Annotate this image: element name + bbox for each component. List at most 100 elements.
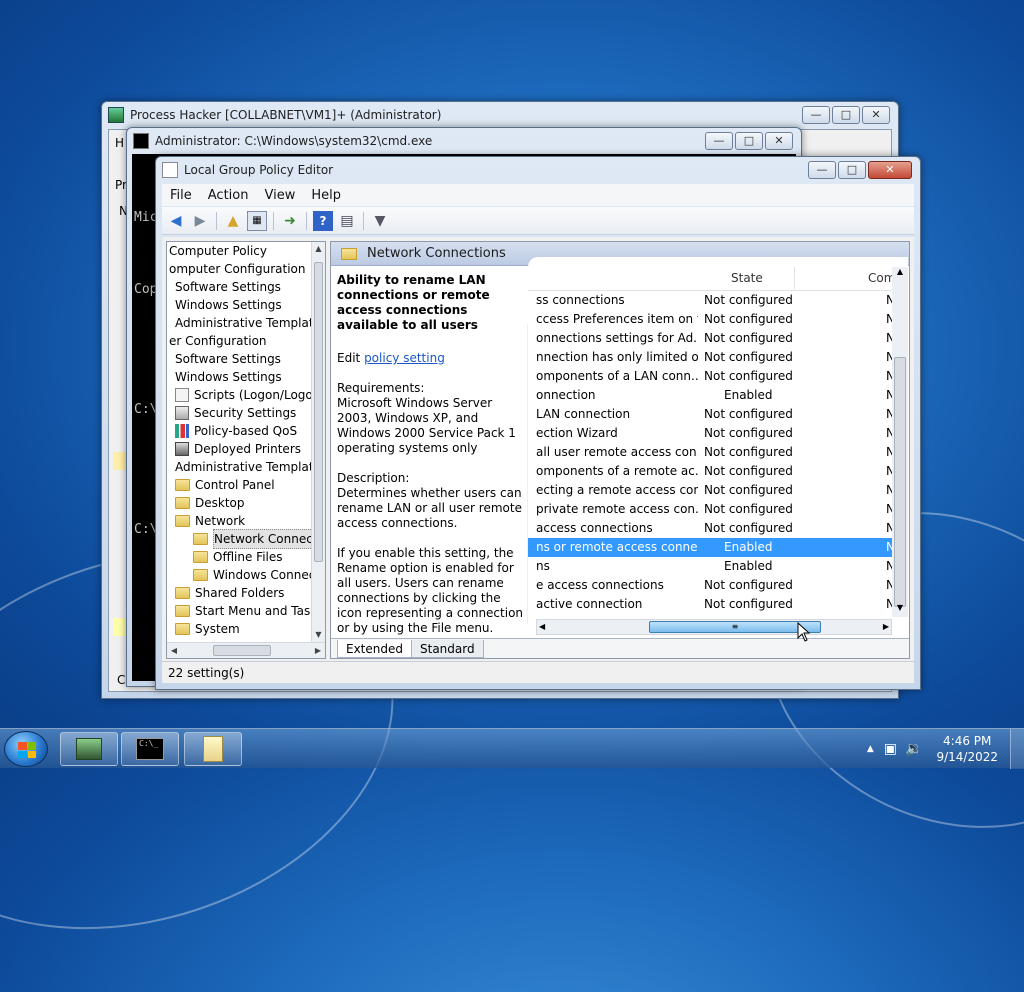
taskbar-process-hacker[interactable] (60, 732, 118, 766)
show-hidden-icons-icon[interactable]: ▲ (867, 744, 874, 754)
scroll-down-icon[interactable]: ▼ (312, 628, 325, 642)
close-button[interactable]: ✕ (862, 106, 890, 124)
setting-row[interactable]: access connections Not configured N (528, 519, 895, 538)
tab-standard[interactable]: Standard (411, 640, 484, 658)
volume-icon[interactable]: 🔉 (905, 741, 922, 757)
tree-vertical-scrollbar[interactable]: ▲ ▼ (311, 242, 325, 642)
policy-setting-link[interactable]: policy setting (364, 351, 445, 365)
tree-item-label: Administrative Template (175, 316, 311, 330)
menu-help[interactable]: Help (303, 188, 349, 203)
show-hide-tree-icon[interactable]: ▦ (247, 210, 267, 231)
cmd-titlebar[interactable]: Administrator: C:\Windows\system32\cmd.e… (127, 128, 801, 154)
properties-icon[interactable]: ▤ (337, 211, 357, 231)
tree-item[interactable]: Shared Folders (167, 584, 311, 602)
tree-item[interactable]: Network (167, 512, 311, 530)
setting-row[interactable]: private remote access con... Not configur… (528, 500, 895, 519)
back-icon[interactable]: ◀ (166, 211, 186, 231)
scroll-left-icon[interactable]: ◀ (539, 620, 545, 634)
tree-item[interactable]: Windows Settings (167, 368, 311, 386)
setting-row[interactable]: omponents of a LAN conn... Not configured… (528, 367, 895, 386)
setting-row[interactable]: e access connections Not configured N (528, 576, 895, 595)
gpe-titlebar[interactable]: Local Group Policy Editor (156, 157, 920, 183)
start-button[interactable] (4, 731, 48, 767)
tree-item[interactable]: Software Settings (167, 278, 311, 296)
scroll-thumb[interactable] (894, 357, 906, 607)
setting-state: Not configured (704, 369, 793, 383)
list-vertical-scrollbar[interactable]: ▲ ▼ (892, 267, 908, 617)
scroll-thumb[interactable] (314, 262, 323, 562)
maximize-button[interactable]: □ (735, 132, 763, 150)
scroll-up-icon[interactable]: ▲ (892, 267, 908, 281)
tree-item[interactable]: Desktop (167, 494, 311, 512)
tree-item[interactable]: Deployed Printers (167, 440, 311, 458)
minimize-button[interactable]: — (808, 161, 836, 179)
tree-item[interactable]: Policy-based QoS (167, 422, 311, 440)
scroll-left-icon[interactable]: ◀ (167, 643, 181, 658)
setting-row[interactable]: ns Enabled N (528, 557, 895, 576)
scroll-thumb[interactable] (213, 645, 271, 656)
tree-item[interactable]: Windows Connec (167, 566, 311, 584)
tree-item[interactable]: Scripts (Logon/Logof (167, 386, 311, 404)
taskbar-notepad[interactable] (184, 732, 242, 766)
forward-icon[interactable]: ▶ (190, 211, 210, 231)
minimize-button[interactable]: — (802, 106, 830, 124)
tree-item[interactable]: Software Settings (167, 350, 311, 368)
up-folder-icon[interactable]: ▲ (223, 211, 243, 231)
tree-horizontal-scrollbar[interactable]: ◀ ▶ (167, 642, 325, 658)
help-icon[interactable]: ? (313, 210, 333, 231)
minimize-button[interactable]: — (705, 132, 733, 150)
close-button[interactable]: ✕ (868, 161, 912, 179)
tree-item[interactable]: Computer Policy (167, 242, 311, 260)
tree-item[interactable]: er Configuration (167, 332, 311, 350)
setting-row[interactable]: all user remote access con... Not configu… (528, 443, 895, 462)
tree-item[interactable]: omputer Configuration (167, 260, 311, 278)
scroll-up-icon[interactable]: ▲ (312, 242, 325, 256)
tree-item[interactable]: Start Menu and Taskb (167, 602, 311, 620)
setting-row[interactable]: onnection Enabled N (528, 386, 895, 405)
setting-row[interactable]: LAN connection Not configured N (528, 405, 895, 424)
tree-item[interactable]: Security Settings (167, 404, 311, 422)
menu-view[interactable]: View (256, 188, 303, 203)
tree-item[interactable]: Windows Settings (167, 296, 311, 314)
close-button[interactable]: ✕ (765, 132, 793, 150)
setting-row[interactable]: ns or remote access conne... Enabled N (528, 538, 895, 557)
scroll-down-icon[interactable]: ▼ (892, 603, 908, 617)
menu-file[interactable]: File (162, 188, 200, 203)
setting-row[interactable]: ccess Preferences item on t... Not config… (528, 310, 895, 329)
process-hacker-titlebar[interactable]: Process Hacker [COLLABNET\VM1]+ (Adminis… (102, 102, 898, 128)
scroll-thumb[interactable]: ≡ (649, 621, 821, 633)
show-desktop-button[interactable] (1010, 729, 1024, 769)
tab-extended[interactable]: Extended (337, 640, 412, 658)
network-icon[interactable]: ▣ (884, 741, 897, 757)
tree-item[interactable]: Offline Files (167, 548, 311, 566)
scroll-right-icon[interactable]: ▶ (311, 643, 325, 658)
taskbar-cmd[interactable]: C:\_ (121, 732, 179, 766)
policy-tree[interactable]: Computer Policy omputer Configuration Soft… (166, 241, 326, 659)
setting-state: Not configured (704, 483, 793, 497)
maximize-button[interactable]: □ (838, 161, 866, 179)
maximize-button[interactable]: □ (832, 106, 860, 124)
filter-icon[interactable]: ▼ (370, 211, 390, 231)
tree-item[interactable]: Administrative Template (167, 458, 311, 476)
column-state[interactable]: State (731, 271, 763, 285)
partial-menu[interactable]: H (115, 136, 124, 150)
tree-item[interactable]: System (167, 620, 311, 638)
menu-action[interactable]: Action (200, 188, 257, 203)
setting-row[interactable]: nnection has only limited or... Not confi… (528, 348, 895, 367)
setting-row[interactable]: ss connections Not configured N (528, 291, 895, 310)
setting-row[interactable]: ection Wizard Not configured N (528, 424, 895, 443)
description-text: Description: Determines whether users ca… (337, 471, 522, 530)
tree-item[interactable]: Administrative Template (167, 314, 311, 332)
clock[interactable]: 4:46 PM 9/14/2022 (936, 733, 998, 765)
list-horizontal-scrollbar[interactable]: ◀ ≡ ▶ (536, 619, 892, 635)
setting-row[interactable]: ecting a remote access con... Not configu… (528, 481, 895, 500)
setting-row[interactable]: omponents of a remote ac... Not configure… (528, 462, 895, 481)
setting-row[interactable]: onnections settings for Ad... Not configu… (528, 329, 895, 348)
tree-item[interactable]: Network Connect (167, 529, 311, 549)
tree-item[interactable]: Control Panel (167, 476, 311, 494)
setting-row[interactable]: active connection Not configured N (528, 595, 895, 614)
settings-list[interactable]: State Com ss connections Not configured Nc… (528, 257, 908, 637)
scroll-right-icon[interactable]: ▶ (883, 620, 889, 634)
export-list-icon[interactable]: ➜ (280, 211, 300, 231)
setting-state: Not configured (704, 578, 793, 592)
